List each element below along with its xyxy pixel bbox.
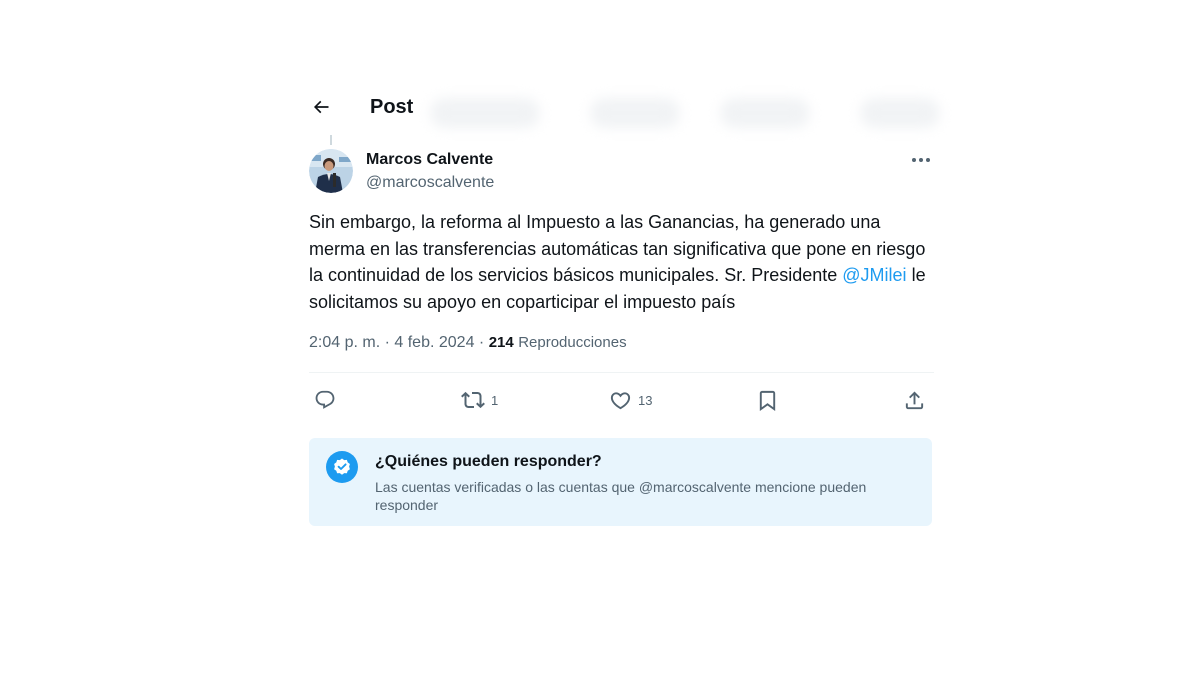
meta-separator: · [478,334,485,351]
who-can-reply-title: ¿Quiénes pueden responder? [375,453,602,470]
like-button[interactable]: 13 [609,385,652,415]
like-count: 13 [638,392,653,408]
more-options-button[interactable] [908,150,934,170]
who-can-reply-description: Las cuentas verificadas o las cuentas qu… [375,479,867,513]
retweet-button[interactable]: 1 [461,385,498,415]
share-upload-icon [905,390,924,409]
reply-bubble-icon [315,390,335,409]
back-button[interactable] [309,95,333,119]
verified-check-icon [326,451,358,483]
avatar[interactable] [309,149,353,193]
action-bar: 1 13 [309,385,934,415]
retweet-count: 1 [491,392,499,408]
author-handle[interactable]: @marcoscalvente [366,174,494,192]
post-page: Post Marcos Calvente @marcoscalvente Sin… [0,0,1200,675]
tweet-date[interactable]: 4 feb. 2024 [394,334,474,351]
share-button[interactable] [903,385,926,415]
thread-connector-line [330,135,332,145]
tweet-text-part: Sin embargo, la reforma al Impuesto a la… [309,212,926,285]
page-header: Post [309,88,934,126]
tweet-meta: 2:04 p. m. · 4 feb. 2024 · 214 Reproducc… [309,334,627,352]
divider [309,372,934,373]
reply-button[interactable] [314,385,336,415]
profile-photo [309,149,353,193]
mention-link[interactable]: @JMilei [842,265,906,285]
author-name[interactable]: Marcos Calvente [366,151,493,169]
bookmark-button[interactable] [756,385,779,415]
tweet-time[interactable]: 2:04 p. m. [309,334,380,351]
tweet-text: Sin embargo, la reforma al Impuesto a la… [309,209,929,315]
views-count: 214 [488,334,514,351]
who-can-reply-box: ¿Quiénes pueden responder? Las cuentas v… [309,438,932,526]
page-title: Post [370,95,414,118]
retweet-icon [461,391,485,409]
meta-separator: · [384,334,390,351]
more-dots-icon [912,158,930,162]
heart-icon [610,391,631,409]
bookmark-icon [759,390,776,411]
views-label: Reproducciones [518,334,627,351]
arrow-left-icon [313,100,329,114]
